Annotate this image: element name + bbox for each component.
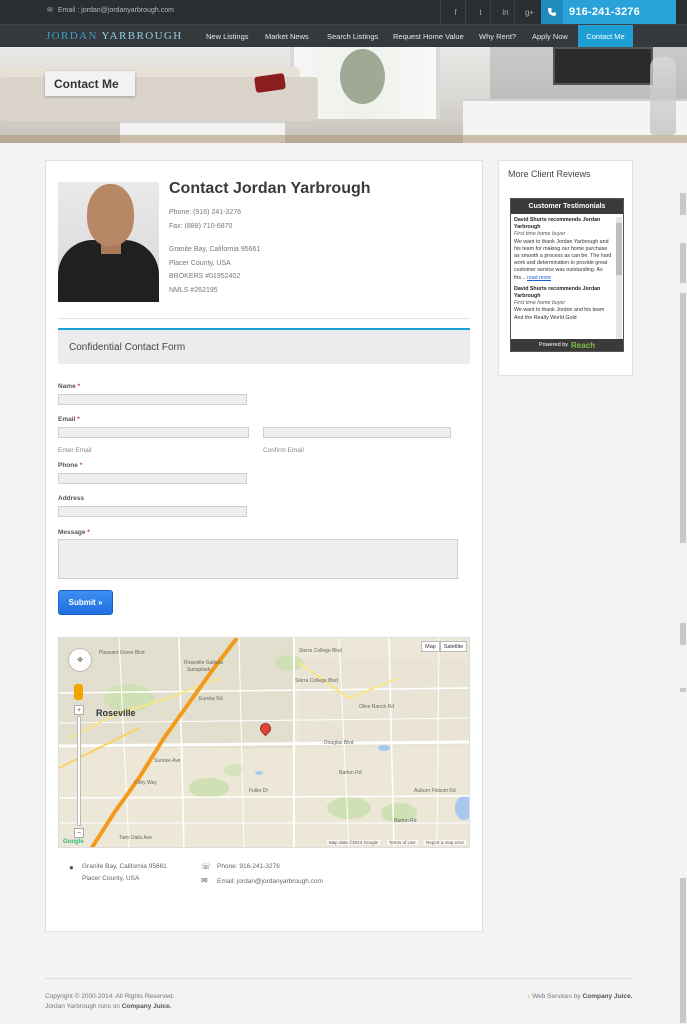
address-label: Address: [58, 495, 85, 502]
powered-by-reach[interactable]: Powered by Reach: [511, 339, 623, 351]
nav-new-listings[interactable]: New Listings: [206, 25, 249, 48]
email-input[interactable]: [58, 427, 249, 438]
map-road-label: Sunrise Ave: [154, 758, 181, 764]
map-terms-link[interactable]: Terms of Use: [387, 840, 418, 845]
contact-nmls: NMLS #262195: [169, 287, 218, 294]
form-heading: Confidential Contact Form: [58, 328, 470, 364]
phone-number: 916-241-3276: [569, 6, 640, 18]
enter-email-hint: Enter Email: [58, 447, 92, 454]
message-textarea[interactable]: [58, 539, 458, 579]
company-juice-link[interactable]: Company Juice.: [122, 1003, 172, 1010]
map-road-label: Auburn Folsom Rd: [414, 788, 456, 794]
phone-icon: ☏: [201, 862, 212, 871]
googleplus-icon[interactable]: g+: [514, 0, 544, 24]
contact-city: Granite Bay, California 95661: [169, 246, 261, 253]
street-view-icon[interactable]: [74, 684, 83, 700]
map-road-label: Barton Rd: [394, 818, 417, 824]
testimonials-list: David Shurts recommends Jordan Yarbrough…: [514, 217, 614, 322]
contact-heading: Contact Jordan Yarbrough: [169, 180, 371, 197]
footer-email[interactable]: Email: jordan@jordanyarbrough.com: [217, 878, 323, 885]
submit-button[interactable]: Submit »: [58, 590, 113, 615]
envelope-icon: ✉: [47, 7, 53, 14]
contact-county: Placer County, USA: [169, 260, 231, 267]
nav-request-home-value[interactable]: Request Home Value: [393, 25, 464, 48]
location-map[interactable]: ✥ + − Map Satellite Roseville Pleasant G…: [58, 637, 470, 848]
map-pan-control[interactable]: ✥: [68, 648, 92, 672]
web-services-credit: ♪ Web Services by Company Juice.: [527, 993, 633, 1000]
map-type-satellite-button[interactable]: Satellite: [440, 641, 467, 652]
envelope-icon: ✉: [201, 876, 208, 885]
confirm-email-input[interactable]: [263, 427, 451, 438]
site-logo[interactable]: JORDAN YARBROUGH: [46, 30, 183, 42]
testimonials-scrollbar[interactable]: [616, 217, 622, 339]
main-nav: JORDAN YARBROUGH New Listings Market New…: [0, 24, 687, 48]
google-logo[interactable]: Google: [61, 839, 86, 845]
nav-contact-me[interactable]: Contact Me: [578, 25, 633, 48]
contact-brokers: BROKERS #01952402: [169, 273, 241, 280]
review-item: David Shurts recommends Jordan Yarbrough…: [514, 217, 612, 281]
testimonials-header: Customer Testimonials: [511, 199, 623, 214]
zoom-out-button[interactable]: −: [74, 828, 84, 838]
divider: [58, 318, 470, 319]
phone-icon: [541, 0, 563, 24]
map-road-label: Pleasant Grove Blvd: [99, 650, 145, 656]
contact-phone: Phone: (916) 241-3276: [169, 209, 241, 216]
top-email[interactable]: ✉ Email : jordan@jordanyarbrough.com: [47, 6, 174, 15]
map-report-link[interactable]: Report a map error: [424, 840, 467, 845]
map-data-credit: Map data ©2014 Google: [327, 840, 381, 845]
map-type-map-button[interactable]: Map: [421, 641, 440, 652]
zoom-in-button[interactable]: +: [74, 705, 84, 715]
footer-phone: Phone: 916-241-3276: [217, 863, 280, 870]
email-label: Email *: [58, 416, 80, 423]
footer-address-line1: Granite Bay, California 95661: [82, 863, 167, 870]
contact-fax: Fax: (888) 710-6870: [169, 223, 233, 230]
juice-icon: ♪: [527, 993, 531, 1000]
top-bar: ✉ Email : jordan@jordanyarbrough.com f t…: [0, 0, 687, 24]
copyright-text: Copyright © 2000-2014. All Rights Reserv…: [45, 993, 175, 1000]
page-scrollbar[interactable]: [678, 143, 687, 1024]
map-place-label: Sunsplash: [187, 667, 211, 673]
phone-input[interactable]: [58, 473, 247, 484]
map-road-label: Eureka Rd: [199, 696, 223, 702]
name-input[interactable]: [58, 394, 247, 405]
review-item: David Shurts recommends Jordan Yarbrough…: [514, 285, 605, 321]
message-label: Message *: [58, 529, 90, 536]
footer-divider: [45, 978, 633, 979]
map-road-label: Fuller Dr: [249, 788, 269, 794]
map-road-label: Barton Rd: [339, 770, 362, 776]
phone-label: Phone *: [58, 462, 83, 469]
top-phone[interactable]: 916-241-3276: [541, 0, 676, 24]
sidebar-title: More Client Reviews: [508, 169, 591, 179]
company-juice-credit-link[interactable]: Company Juice.: [583, 993, 633, 1000]
name-label: Name *: [58, 383, 81, 390]
footer-address-line2: Placer County, USA: [82, 875, 140, 882]
map-road-label: Cirby Way: [134, 780, 157, 786]
map-road-label: Sierra College Blvd: [295, 678, 338, 684]
location-pin-icon: ●: [69, 863, 74, 872]
confirm-email-hint: Confirm Email: [263, 447, 304, 454]
map-city-label: Roseville: [96, 708, 136, 718]
testimonials-widget[interactable]: Customer Testimonials David Shurts recom…: [510, 198, 624, 352]
read-more-link[interactable]: read more: [527, 275, 551, 281]
address-input[interactable]: [58, 506, 247, 517]
nav-why-rent[interactable]: Why Rent?: [479, 25, 516, 48]
agent-photo: [58, 182, 159, 302]
map-road-label: Douglas Blvd: [324, 740, 354, 746]
nav-market-news[interactable]: Market News: [265, 25, 309, 48]
map-road-label: Sierra College Blvd: [299, 648, 342, 654]
map-road-label: Olive Ranch Rd: [359, 704, 395, 710]
map-road-label: Twin Oaks Ave: [119, 835, 152, 841]
zoom-slider[interactable]: [77, 716, 81, 826]
nav-search-listings[interactable]: Search Listings: [327, 25, 378, 48]
nav-apply-now[interactable]: Apply Now: [532, 25, 568, 48]
page-title: Contact Me: [45, 71, 135, 96]
runs-on-text: Jordan Yarbrough runs on Company Juice.: [45, 1003, 172, 1010]
map-canvas[interactable]: [59, 638, 470, 848]
map-place-label: Roseville Galleria: [184, 660, 223, 666]
